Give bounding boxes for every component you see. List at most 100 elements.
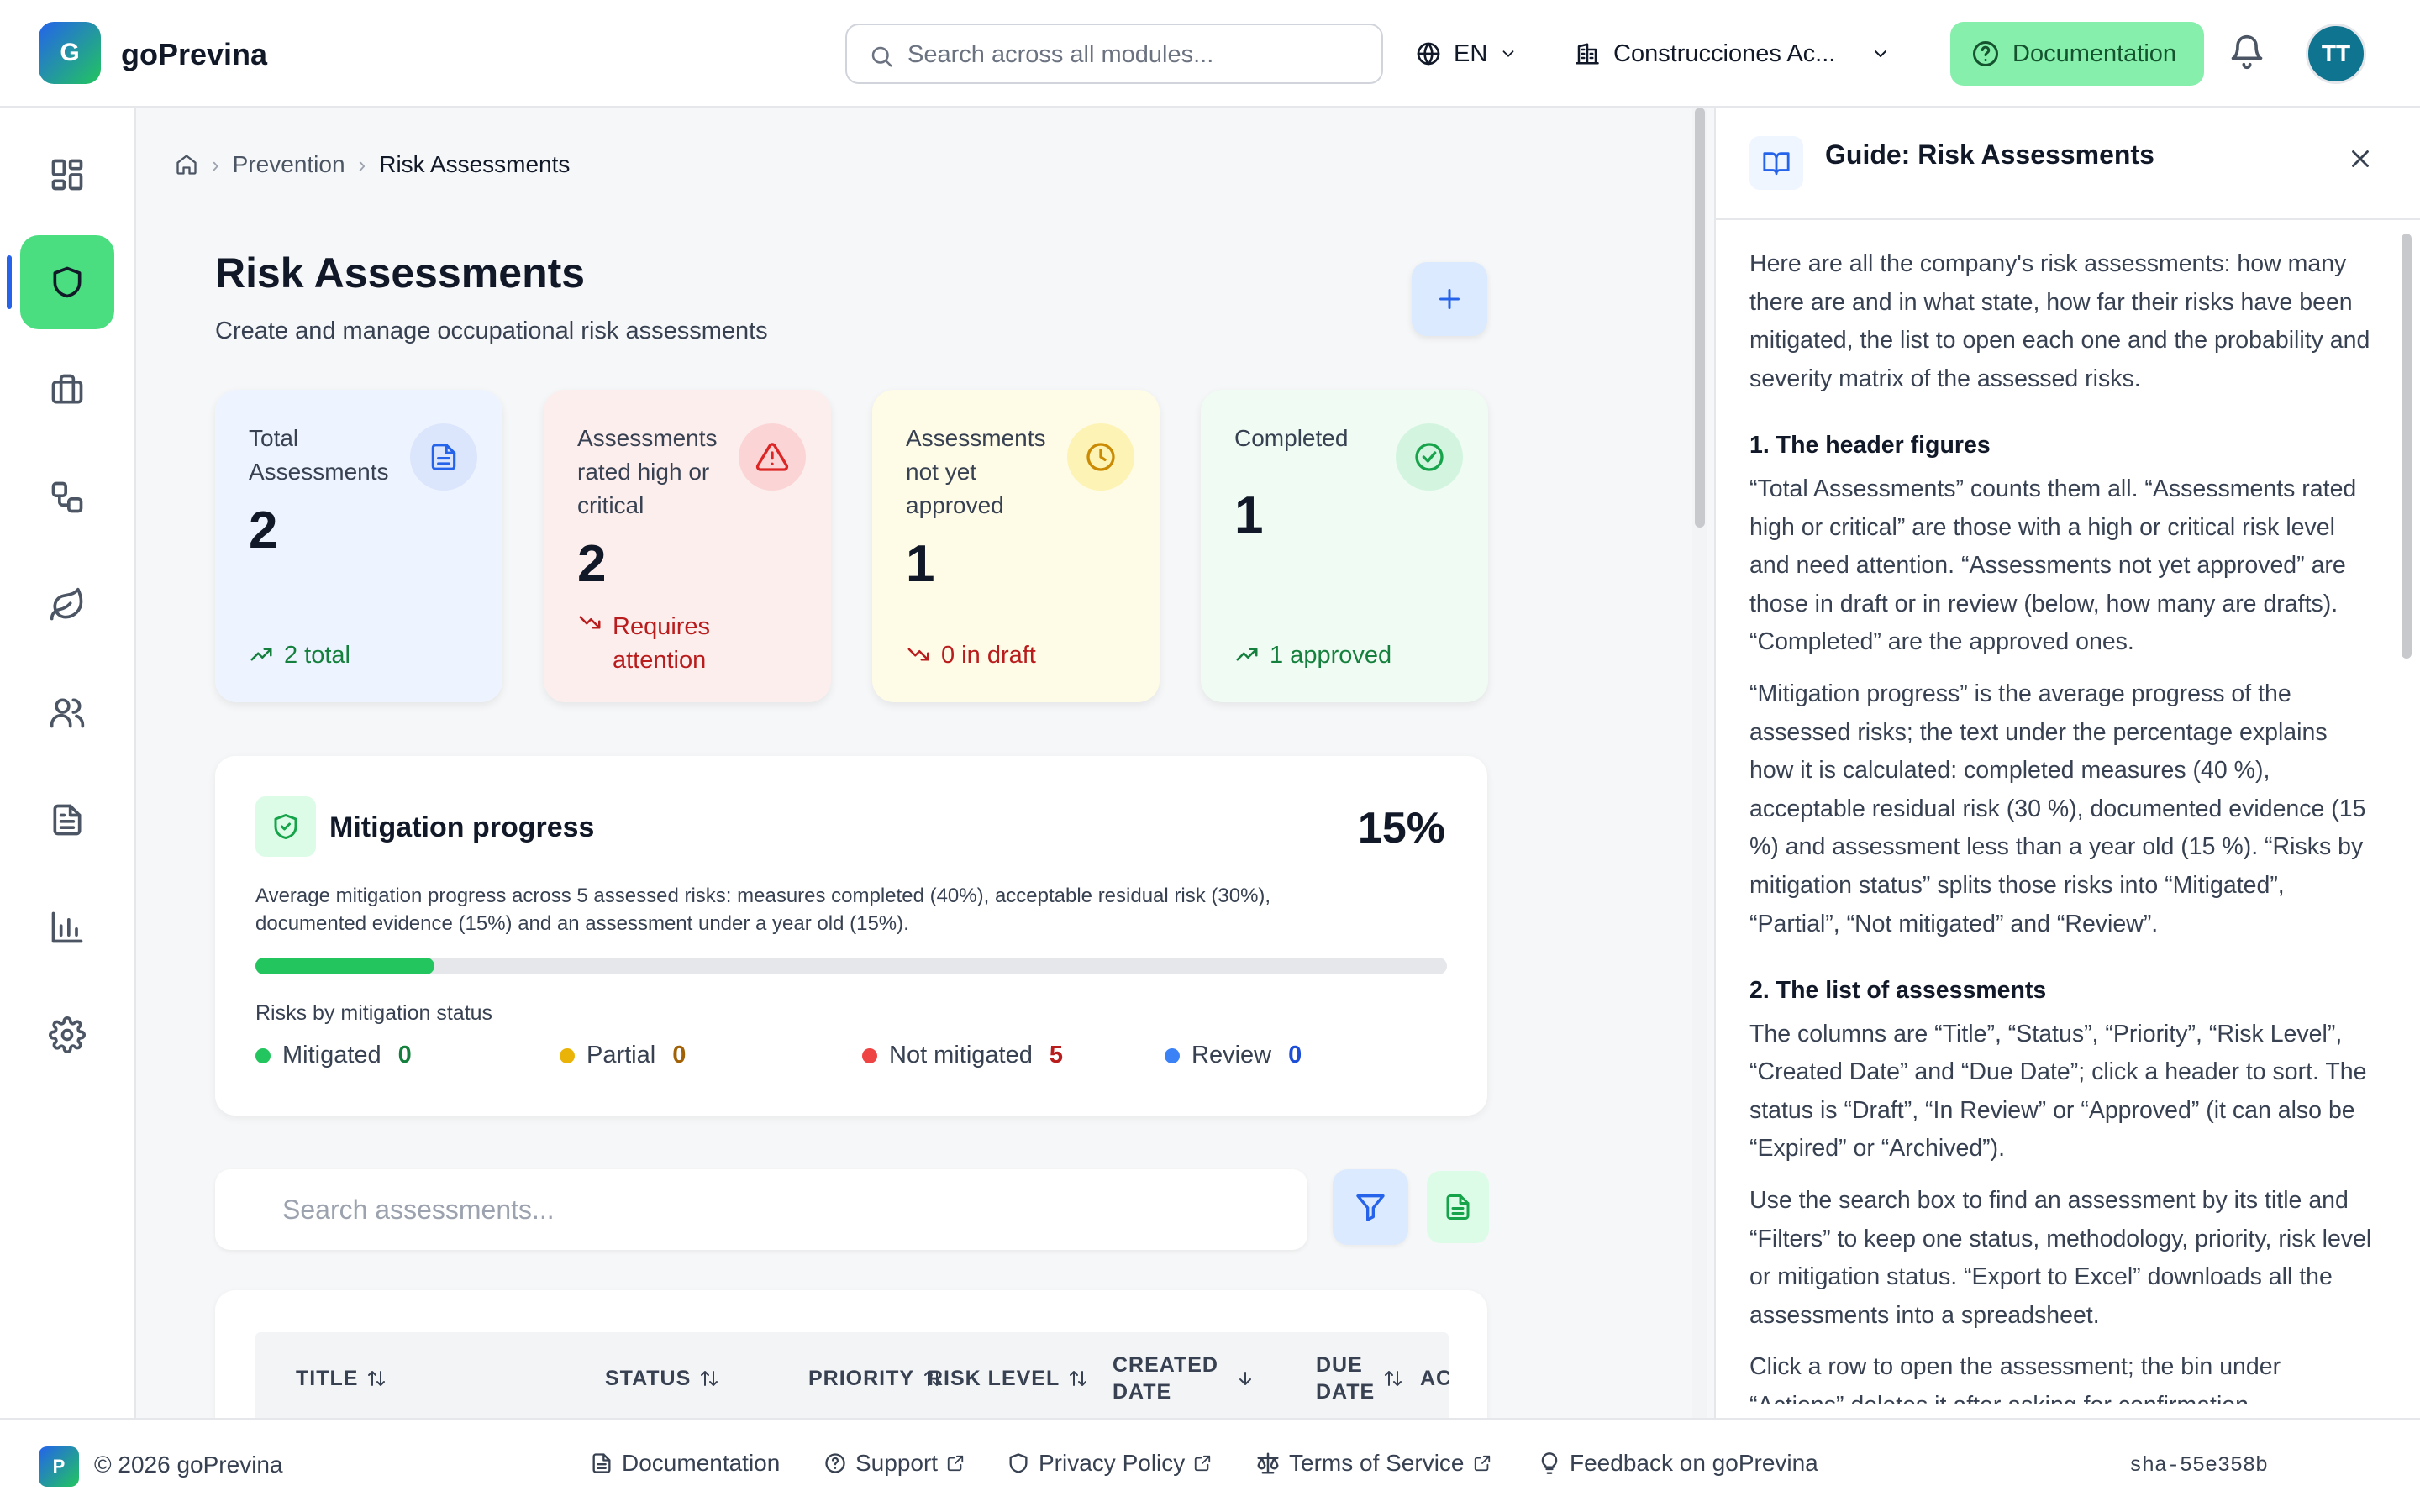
main-scrollbar[interactable]: [1692, 108, 1707, 1418]
column-priority[interactable]: PRIORITY: [808, 1332, 943, 1418]
notifications-button[interactable]: [2228, 34, 2265, 71]
column-label: STATUS: [605, 1366, 692, 1390]
mitigation-status-label: Risks by mitigation status: [255, 1001, 493, 1025]
nav-dashboard[interactable]: [20, 128, 114, 222]
nav-briefcase[interactable]: [20, 343, 114, 437]
gear-icon: [49, 1016, 86, 1053]
column-title[interactable]: TITLE: [296, 1332, 387, 1418]
add-assessment-button[interactable]: [1412, 262, 1487, 336]
shield-check-icon: [274, 814, 297, 839]
column-risk-level[interactable]: RISK LEVEL: [928, 1332, 1088, 1418]
plus-icon: [1439, 289, 1460, 309]
leaf-icon: [50, 587, 83, 621]
shield-icon: [53, 266, 82, 298]
assessments-table: TITLE STATUS PRIORITY RISK LEVEL CREATED…: [215, 1290, 1487, 1418]
stat-icon-wrap: [1067, 423, 1134, 491]
stat-total: Total Assessments 2 2 total: [215, 390, 502, 702]
column-label: CREATED DATE: [1113, 1352, 1218, 1405]
nav-prevention[interactable]: [20, 235, 114, 329]
footer-support-link[interactable]: Support: [823, 1450, 965, 1477]
guide-scrollbar[interactable]: [2398, 222, 2415, 1415]
app-name[interactable]: goPrevina: [121, 37, 267, 72]
export-excel-button[interactable]: [1427, 1171, 1489, 1243]
assessment-search[interactable]: [215, 1169, 1307, 1250]
stat-icon-wrap: [410, 423, 477, 491]
footer-link-label: Feedback on goPrevina: [1570, 1450, 1818, 1476]
status-dot: [1165, 1047, 1180, 1063]
guide-header: Guide: Risk Assessments: [1716, 108, 2420, 220]
nav-documents[interactable]: [20, 773, 114, 867]
help-circle-icon: [825, 1453, 845, 1473]
book-open-icon: [1763, 152, 1790, 176]
mitigation-card: Mitigation progress 15% Average mitigati…: [215, 756, 1487, 1116]
nav-people[interactable]: [20, 665, 114, 759]
stat-not-approved: Assessments not yet approved 1 0 in draf…: [872, 390, 1160, 702]
mitigation-icon-wrap: [255, 796, 316, 857]
legend-label: Not mitigated: [889, 1042, 1033, 1068]
nav-settings[interactable]: [20, 988, 114, 1082]
footer-privacy-link[interactable]: Privacy Policy: [1007, 1450, 1212, 1477]
assessment-search-input[interactable]: [282, 1191, 1274, 1228]
stat-high-critical: Assessments rated high or critical 2 Req…: [544, 390, 831, 702]
help-circle-icon: [1973, 41, 1998, 66]
guide-scrollbar-thumb[interactable]: [2402, 234, 2412, 659]
app-logo[interactable]: G: [39, 22, 101, 84]
scale-icon: [1257, 1452, 1279, 1474]
legend-count: 0: [672, 1042, 687, 1068]
footer-link-label: Privacy Policy: [1039, 1450, 1186, 1476]
guide-paragraph: “Total Assessments” counts them all. “As…: [1749, 475, 2357, 656]
users-icon: [50, 698, 85, 728]
footer-feedback-link[interactable]: Feedback on goPrevina: [1538, 1450, 1818, 1477]
check-circle-icon: [1415, 443, 1444, 471]
stat-trend: Requires attention: [577, 610, 730, 677]
column-created-date[interactable]: CREATED DATE: [1113, 1332, 1255, 1418]
stat-label: Assessments not yet approved: [906, 425, 1046, 518]
page-subtitle: Create and manage occupational risk asse…: [215, 318, 768, 344]
column-status[interactable]: STATUS: [605, 1332, 719, 1418]
legend-mitigated: Mitigated 0: [255, 1042, 412, 1069]
global-search[interactable]: [845, 24, 1383, 84]
home-icon[interactable]: [175, 153, 198, 176]
company-selector[interactable]: Construcciones Ac...: [1575, 34, 1891, 74]
filter-icon: [1356, 1194, 1385, 1221]
trending-down-icon: [908, 648, 929, 661]
language-label: EN: [1454, 39, 1488, 67]
bar-chart-icon: [51, 911, 83, 943]
sort-icon: [701, 1371, 718, 1386]
legend-count: 0: [1288, 1042, 1302, 1068]
sort-icon: [368, 1371, 386, 1386]
guide-panel: Guide: Risk Assessments Here are all the…: [1714, 108, 2420, 1418]
legend-count: 5: [1049, 1042, 1063, 1068]
footer-terms-link[interactable]: Terms of Service: [1255, 1450, 1491, 1477]
sidebar: [0, 108, 136, 1418]
global-search-input[interactable]: [908, 37, 1361, 72]
nav-workflow[interactable]: [20, 450, 114, 544]
nav-environment[interactable]: [20, 558, 114, 652]
language-selector[interactable]: EN: [1415, 34, 1518, 74]
active-indicator: [7, 255, 12, 309]
lightbulb-icon: [1541, 1452, 1558, 1474]
globe-icon: [1417, 42, 1440, 66]
workflow-icon: [51, 481, 83, 513]
trending-up-icon: [1236, 648, 1258, 661]
documentation-button[interactable]: Documentation: [1950, 22, 2204, 86]
column-due-date[interactable]: DUE DATE: [1316, 1332, 1403, 1418]
file-text-icon: [53, 804, 82, 836]
guide-close-button[interactable]: [2346, 144, 2375, 173]
user-avatar[interactable]: TT: [2306, 24, 2366, 84]
breadcrumb-prevention[interactable]: Prevention: [233, 151, 345, 178]
guide-paragraph: Click a row to open the assessment; the …: [1749, 1353, 2281, 1404]
stat-icon-wrap: [1396, 423, 1463, 491]
main-scrollbar-thumb[interactable]: [1695, 108, 1705, 528]
status-dot: [862, 1047, 877, 1063]
legend-label: Partial: [587, 1042, 656, 1068]
bell-icon: [2231, 34, 2263, 70]
footer-documentation-link[interactable]: Documentation: [590, 1450, 780, 1477]
stat-label: Completed: [1234, 425, 1349, 451]
column-label-line: DATE: [1316, 1380, 1376, 1404]
mitigation-progress-fill: [255, 958, 434, 974]
stat-completed: Completed 1 1 approved: [1201, 390, 1488, 702]
nav-reports[interactable]: [20, 880, 114, 974]
filters-button[interactable]: [1333, 1169, 1408, 1245]
legend-review: Review 0: [1165, 1042, 1302, 1069]
